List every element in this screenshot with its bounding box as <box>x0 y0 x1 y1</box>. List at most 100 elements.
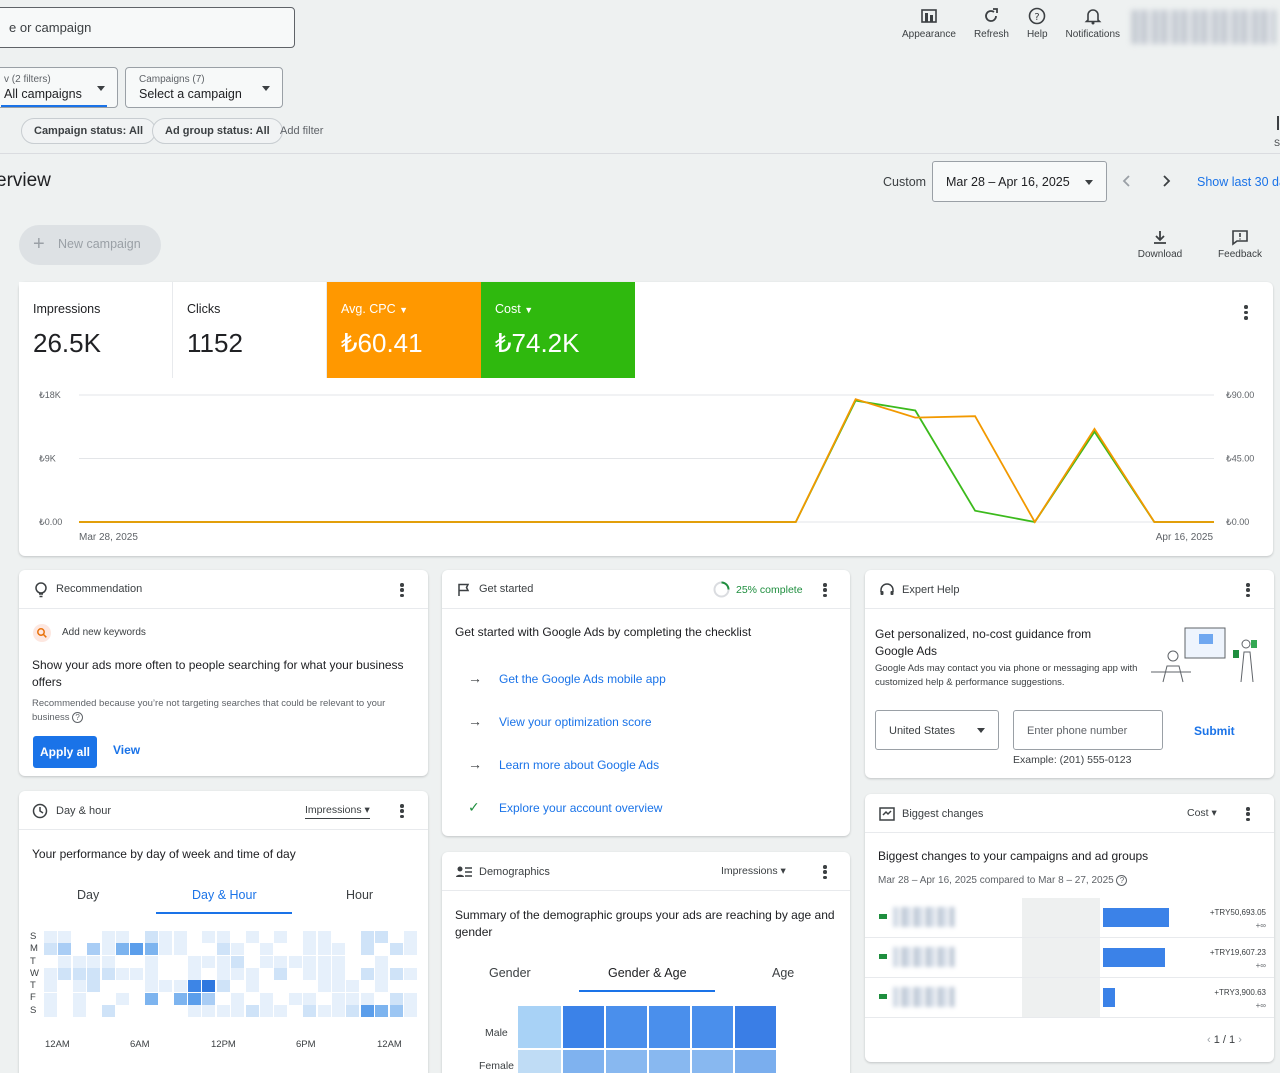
heatmap-cell <box>332 967 345 980</box>
checklist-item[interactable]: ✓ Explore your account overview <box>468 799 662 817</box>
checklist-label: Get the Google Ads mobile app <box>499 672 666 686</box>
kebab-menu-icon[interactable] <box>1246 583 1250 597</box>
header-divider <box>0 153 1280 154</box>
chevron-left-icon[interactable]: ‹ <box>1207 1034 1211 1046</box>
heatmap-cell <box>260 1004 273 1017</box>
card-title: Biggest changes <box>902 808 984 820</box>
heatmap-cell <box>58 943 72 956</box>
caret-down-icon: ▼ <box>524 305 534 315</box>
metric-selector[interactable]: Impressions ▾ <box>305 804 370 819</box>
chevron-down-icon <box>977 728 985 733</box>
campaign-type-icon <box>879 994 887 999</box>
view-selector[interactable]: v (2 filters) All campaigns <box>0 67 118 108</box>
account-avatar[interactable] <box>1131 10 1276 44</box>
heatmap-cell <box>87 967 101 980</box>
metric-impressions[interactable]: Impressions 26.5K <box>19 282 173 378</box>
tab-gender[interactable]: Gender <box>489 966 531 980</box>
day-label: M <box>30 943 38 955</box>
metric-value: ₺74.2K <box>495 328 580 358</box>
phone-example: Example: (201) 555-0123 <box>1013 754 1132 766</box>
hour-label: 12AM <box>45 1039 70 1050</box>
apply-all-button[interactable]: Apply all <box>33 736 98 768</box>
heatmap-cell <box>518 1006 561 1048</box>
change-row[interactable]: +TRY19,607.23 +∞ <box>865 938 1274 978</box>
feedback-button[interactable]: Feedback <box>1214 228 1266 260</box>
heatmap-cell <box>606 1050 647 1073</box>
help-icon[interactable]: ? <box>1116 875 1128 886</box>
help-label: Help <box>1026 29 1048 40</box>
heatmap-cell <box>130 943 144 956</box>
appearance-icon <box>921 9 937 23</box>
tab-gender-age[interactable]: Gender & Age <box>608 966 687 980</box>
heatmap-cell <box>303 992 317 1005</box>
kebab-menu-icon[interactable] <box>400 804 404 818</box>
metric-selector-value: Impressions <box>721 865 778 877</box>
day-hour-heatmap: S M T W T F S 12AM 6AM 12PM 6PM 12AM <box>19 929 428 1073</box>
refresh-button[interactable]: Refresh <box>974 6 1009 40</box>
heatmap-cell <box>332 992 345 1005</box>
heatmap-cell <box>375 967 389 980</box>
kebab-menu-icon[interactable] <box>823 865 827 879</box>
metric-selector[interactable]: Cost ▾ <box>1187 807 1217 819</box>
checklist-item[interactable]: → Learn more about Google Ads <box>468 756 659 774</box>
checklist-item[interactable]: → Get the Google Ads mobile app <box>468 670 666 688</box>
heatmap-cell <box>101 931 115 943</box>
day-label: T <box>30 980 36 992</box>
help-button[interactable]: ? Help <box>1027 6 1048 40</box>
change-value: +TRY50,693.05 +∞ <box>1209 908 1266 930</box>
search-icon <box>33 624 51 642</box>
search-input[interactable]: e or campaign <box>0 7 295 48</box>
edge-char: S <box>1274 138 1280 148</box>
download-button[interactable]: Download <box>1134 228 1186 260</box>
kebab-menu-icon[interactable] <box>823 583 827 597</box>
heatmap-cell <box>87 955 101 968</box>
heatmap-cell <box>144 931 158 943</box>
new-campaign-button[interactable]: + New campaign <box>19 225 161 265</box>
heatmap-cell <box>274 955 288 968</box>
chevron-right-icon[interactable] <box>1158 173 1174 189</box>
heatmap-cell <box>332 943 345 956</box>
change-row[interactable]: +TRY50,693.05 +∞ <box>865 898 1274 938</box>
phone-input[interactable]: Enter phone number <box>1013 710 1163 750</box>
ad-group-status-chip[interactable]: Ad group status: All <box>152 118 283 144</box>
chevron-left-icon[interactable] <box>1119 173 1135 189</box>
campaign-status-chip[interactable]: Campaign status: All <box>21 118 156 144</box>
date-range-selector[interactable]: Mar 28 – Apr 16, 2025 <box>932 161 1107 202</box>
metric-cost[interactable]: Cost ▼ ₺74.2K <box>481 282 635 378</box>
heatmap-cell <box>87 943 101 956</box>
change-row[interactable]: +TRY3,900.63 +∞ <box>865 978 1274 1018</box>
campaign-selector[interactable]: Campaigns (7) Select a campaign <box>125 67 283 108</box>
heatmap-cell <box>202 931 216 943</box>
add-filter-link[interactable]: Add filter <box>280 125 323 137</box>
tab-day-hour[interactable]: Day & Hour <box>192 888 257 902</box>
chevron-right-icon[interactable]: › <box>1238 1034 1242 1046</box>
tab-day[interactable]: Day <box>77 888 99 902</box>
metric-selector[interactable]: Impressions ▾ <box>721 865 786 877</box>
checklist-item[interactable]: → View your optimization score <box>468 713 652 731</box>
kebab-menu-icon[interactable] <box>1246 807 1250 821</box>
metric-avg-cpc[interactable]: Avg. CPC ▼ ₺60.41 <box>327 282 481 378</box>
tab-age[interactable]: Age <box>772 966 794 980</box>
notifications-label: Notifications <box>1065 29 1120 40</box>
view-link[interactable]: View <box>113 743 140 757</box>
download-icon <box>1154 231 1166 244</box>
metric-clicks[interactable]: Clicks 1152 <box>173 282 327 378</box>
appearance-button[interactable]: Appearance <box>902 6 956 40</box>
country-select[interactable]: United States <box>875 710 999 750</box>
notifications-button[interactable]: Notifications <box>1066 6 1120 40</box>
heatmap-cell <box>130 967 144 980</box>
heatmap-cell <box>231 992 245 1005</box>
change-percent: +∞ <box>1255 1001 1266 1010</box>
performance-menu-button[interactable] <box>1244 305 1248 320</box>
compare-text-value: Mar 28 – Apr 16, 2025 compared to Mar 8 … <box>878 875 1114 886</box>
tab-hour[interactable]: Hour <box>346 888 373 902</box>
help-icon[interactable]: ? <box>72 712 84 723</box>
progress-text: 25% complete <box>736 584 803 596</box>
kebab-menu-icon[interactable] <box>400 583 404 597</box>
pager-text: 1 / 1 <box>1213 1034 1236 1046</box>
card-title: Expert Help <box>902 584 960 596</box>
get-started-card: Get started 25% complete Get started wit… <box>442 570 850 836</box>
heatmap-cell <box>260 955 273 968</box>
show-last-30-days-link[interactable]: Show last 30 da <box>1197 175 1280 189</box>
submit-button[interactable]: Submit <box>1194 724 1235 738</box>
